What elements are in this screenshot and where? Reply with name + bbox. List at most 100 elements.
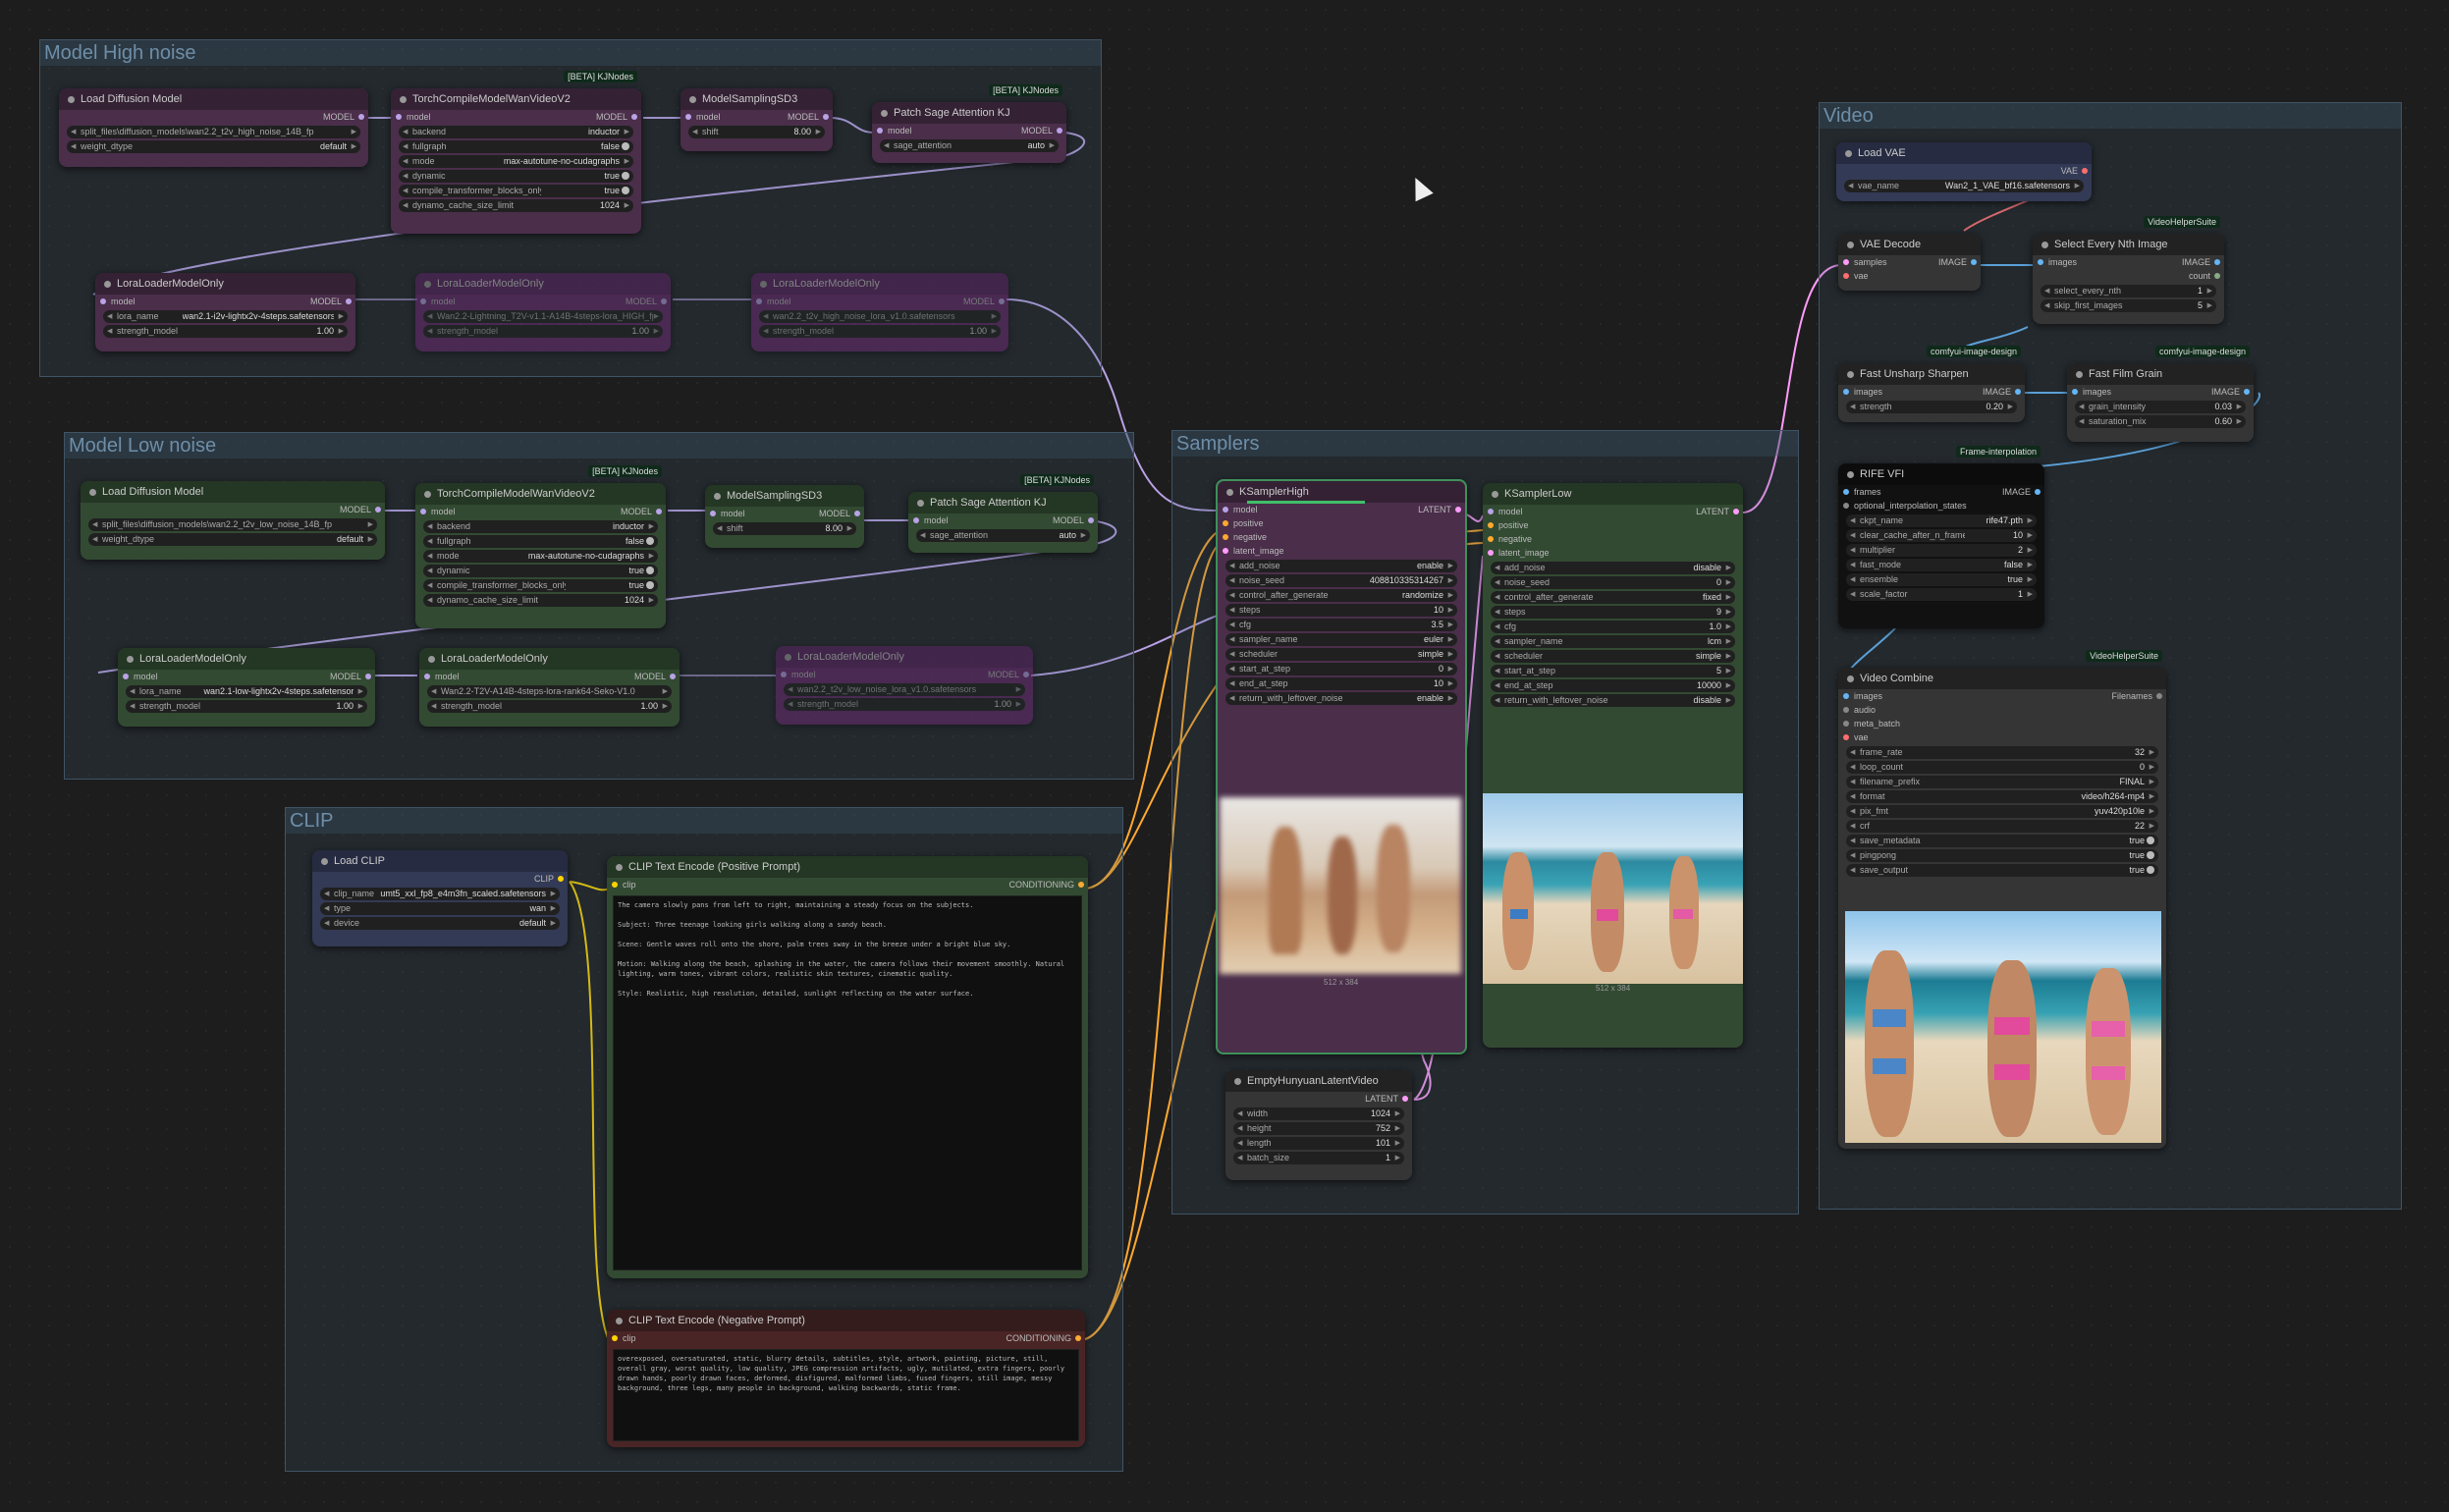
sage-attention-widget[interactable]: sage_attention auto: [880, 139, 1059, 152]
widget-3[interactable]: steps 9: [1491, 606, 1735, 619]
torch-compile-low-node[interactable]: [BETA] KJNodes TorchCompileModelWanVideo…: [415, 465, 666, 628]
widget-7[interactable]: start_at_step 0: [1225, 663, 1457, 675]
output-slot[interactable]: [558, 876, 564, 882]
output-slot[interactable]: [1057, 128, 1062, 134]
ksampler-low-node[interactable]: KSamplerLow model LATENT positive negativ…: [1483, 483, 1743, 1048]
input-slot[interactable]: [913, 517, 919, 523]
fast-unsharp-sharpen-node[interactable]: comfyui-image-design Fast Unsharp Sharpe…: [1838, 346, 2025, 422]
lora-name-widget[interactable]: Wan2.2-Lightning_T2V-v1.1-A14B-4steps-lo…: [423, 310, 663, 323]
torch-compile-high-node[interactable]: [BETA] KJNodes TorchCompileModelWanVideo…: [391, 71, 641, 234]
video-preview[interactable]: [1845, 911, 2161, 1143]
input-slot[interactable]: [710, 511, 716, 516]
input-slot[interactable]: [1223, 507, 1228, 513]
output-slot[interactable]: [365, 674, 371, 679]
widget-1[interactable]: loop_count 0: [1846, 761, 2158, 774]
input-slot[interactable]: [100, 298, 106, 304]
input-slot[interactable]: [1488, 550, 1494, 556]
widget-2[interactable]: filename_prefix FINAL: [1846, 776, 2158, 788]
input-slot[interactable]: [1843, 489, 1849, 495]
rife-vfi-node[interactable]: Frame-interpolation RIFE VFI frames IMAGE…: [1838, 446, 2044, 628]
widget-9[interactable]: return_with_leftover_noise disable: [1491, 694, 1735, 707]
input-slot[interactable]: [1223, 534, 1228, 540]
widget-5[interactable]: scale_factor 1: [1846, 588, 2037, 601]
widget-4[interactable]: cfg 1.0: [1491, 621, 1735, 633]
widget-1[interactable]: saturation_mix 0.60: [2075, 415, 2246, 428]
dynamo-cache-widget[interactable]: dynamo_cache_size_limit 1024: [399, 199, 633, 212]
widget-2[interactable]: control_after_generate fixed: [1491, 591, 1735, 604]
output-slot[interactable]: [2214, 273, 2220, 279]
lora-name-widget[interactable]: wan2.2_t2v_high_noise_lora_v1.0.safetens…: [759, 310, 1001, 323]
clip-text-encode-negative-node[interactable]: CLIP Text Encode (Negative Prompt) clip C…: [607, 1310, 1085, 1447]
widget-0[interactable]: ckpt_name rife47.pth: [1846, 514, 2037, 527]
clip-text-encode-positive-node[interactable]: CLIP Text Encode (Positive Prompt) clip C…: [607, 856, 1088, 1278]
widget-5[interactable]: crf 22: [1846, 820, 2158, 833]
strength-model-widget[interactable]: strength_model 1.00: [784, 698, 1025, 711]
input-slot[interactable]: [877, 128, 883, 134]
widget-3[interactable]: format video/h264-mp4: [1846, 790, 2158, 803]
widget-4[interactable]: pix_fmt yuv420p10le: [1846, 805, 2158, 818]
type-widget[interactable]: type wan: [320, 902, 560, 915]
lora-name-widget[interactable]: lora_name wan2.1-i2v-lightx2v-4steps.safe…: [103, 310, 348, 323]
input-slot[interactable]: [1843, 721, 1849, 727]
lora-loader-high-1-node[interactable]: LoraLoaderModelOnly model MODEL lora_name…: [95, 273, 355, 351]
input-slot[interactable]: [420, 509, 426, 514]
load-clip-node[interactable]: Load CLIP CLIP clip_name umt5_xxl_fp8_e4m…: [312, 850, 568, 946]
widget-1[interactable]: pingpong true: [1846, 849, 2158, 862]
mode-widget[interactable]: mode max-autotune-no-cudagraphs: [399, 155, 633, 168]
mode-widget[interactable]: mode max-autotune-no-cudagraphs: [423, 550, 658, 563]
widget-4[interactable]: cfg 3.5: [1225, 619, 1457, 631]
lora-name-widget[interactable]: lora_name wan2.1-low-lightx2v-4steps.safe…: [126, 685, 367, 698]
input-slot[interactable]: [2072, 389, 2078, 395]
select-every-nth-image-node[interactable]: VideoHelperSuite Select Every Nth Image …: [2033, 216, 2224, 324]
output-slot[interactable]: [1971, 259, 1977, 265]
input-slot[interactable]: [1843, 259, 1849, 265]
input-slot[interactable]: [123, 674, 129, 679]
widget-8[interactable]: end_at_step 10000: [1491, 679, 1735, 692]
widget-0[interactable]: grain_intensity 0.03: [2075, 401, 2246, 413]
device-widget[interactable]: device default: [320, 917, 560, 930]
input-slot[interactable]: [1223, 548, 1228, 554]
vae-name-widget[interactable]: vae_name Wan2_1_VAE_bf16.safetensors: [1844, 180, 2084, 192]
load-vae-node[interactable]: Load VAE VAE vae_name Wan2_1_VAE_bf16.saf…: [1836, 142, 2092, 201]
input-slot[interactable]: [1843, 273, 1849, 279]
strength-model-widget[interactable]: strength_model 1.00: [427, 700, 672, 713]
widget-5[interactable]: sampler_name lcm: [1491, 635, 1735, 648]
output-slot[interactable]: [1733, 509, 1739, 514]
strength-model-widget[interactable]: strength_model 1.00: [126, 700, 367, 713]
widget-3[interactable]: steps 10: [1225, 604, 1457, 617]
widget-8[interactable]: end_at_step 10: [1225, 677, 1457, 690]
dynamic-toggle[interactable]: dynamic true: [423, 565, 658, 577]
output-slot[interactable]: [346, 298, 352, 304]
backend-widget[interactable]: backend inductor: [399, 126, 633, 138]
compile-blocks-only-toggle[interactable]: compile_transformer_blocks_only true: [423, 579, 658, 592]
output-slot[interactable]: [670, 674, 676, 679]
output-slot[interactable]: [823, 114, 829, 120]
backend-widget[interactable]: backend inductor: [423, 520, 658, 533]
widget-2[interactable]: control_after_generate randomize: [1225, 589, 1457, 602]
strength-model-widget[interactable]: strength_model 1.00: [759, 325, 1001, 338]
load-diffusion-model-low-node[interactable]: Load Diffusion Model MODEL split_files\d…: [81, 481, 385, 560]
widget-0[interactable]: add_noise disable: [1491, 562, 1735, 574]
lora-loader-high-3-node-bypassed[interactable]: LoraLoaderModelOnly model MODEL wan2.2_t2…: [751, 273, 1008, 351]
input-slot[interactable]: [1843, 389, 1849, 395]
widget-7[interactable]: start_at_step 5: [1491, 665, 1735, 677]
strength-model-widget[interactable]: strength_model 1.00: [103, 325, 348, 338]
widget-2[interactable]: length 101: [1233, 1137, 1404, 1150]
input-slot[interactable]: [1488, 522, 1494, 528]
fullgraph-toggle[interactable]: fullgraph false: [423, 535, 658, 548]
patch-sage-attention-high-node[interactable]: [BETA] KJNodes Patch Sage Attention KJ m…: [872, 84, 1066, 163]
output-slot[interactable]: [358, 114, 364, 120]
widget-0[interactable]: frame_rate 32: [1846, 746, 2158, 759]
output-slot[interactable]: [1402, 1096, 1408, 1102]
widget-2[interactable]: save_output true: [1846, 864, 2158, 877]
output-slot[interactable]: [2214, 259, 2220, 265]
vae-decode-node[interactable]: VAE Decode samples IMAGE vae: [1838, 234, 1981, 291]
output-slot[interactable]: [854, 511, 860, 516]
input-slot[interactable]: [685, 114, 691, 120]
widget-1[interactable]: height 752: [1233, 1122, 1404, 1135]
input-slot[interactable]: [756, 298, 762, 304]
input-slot[interactable]: [420, 298, 426, 304]
input-slot[interactable]: [1488, 509, 1494, 514]
shift-widget[interactable]: shift 8.00: [713, 522, 856, 535]
unet-name-widget[interactable]: split_files\diffusion_models\wan2.2_t2v_…: [88, 518, 377, 531]
